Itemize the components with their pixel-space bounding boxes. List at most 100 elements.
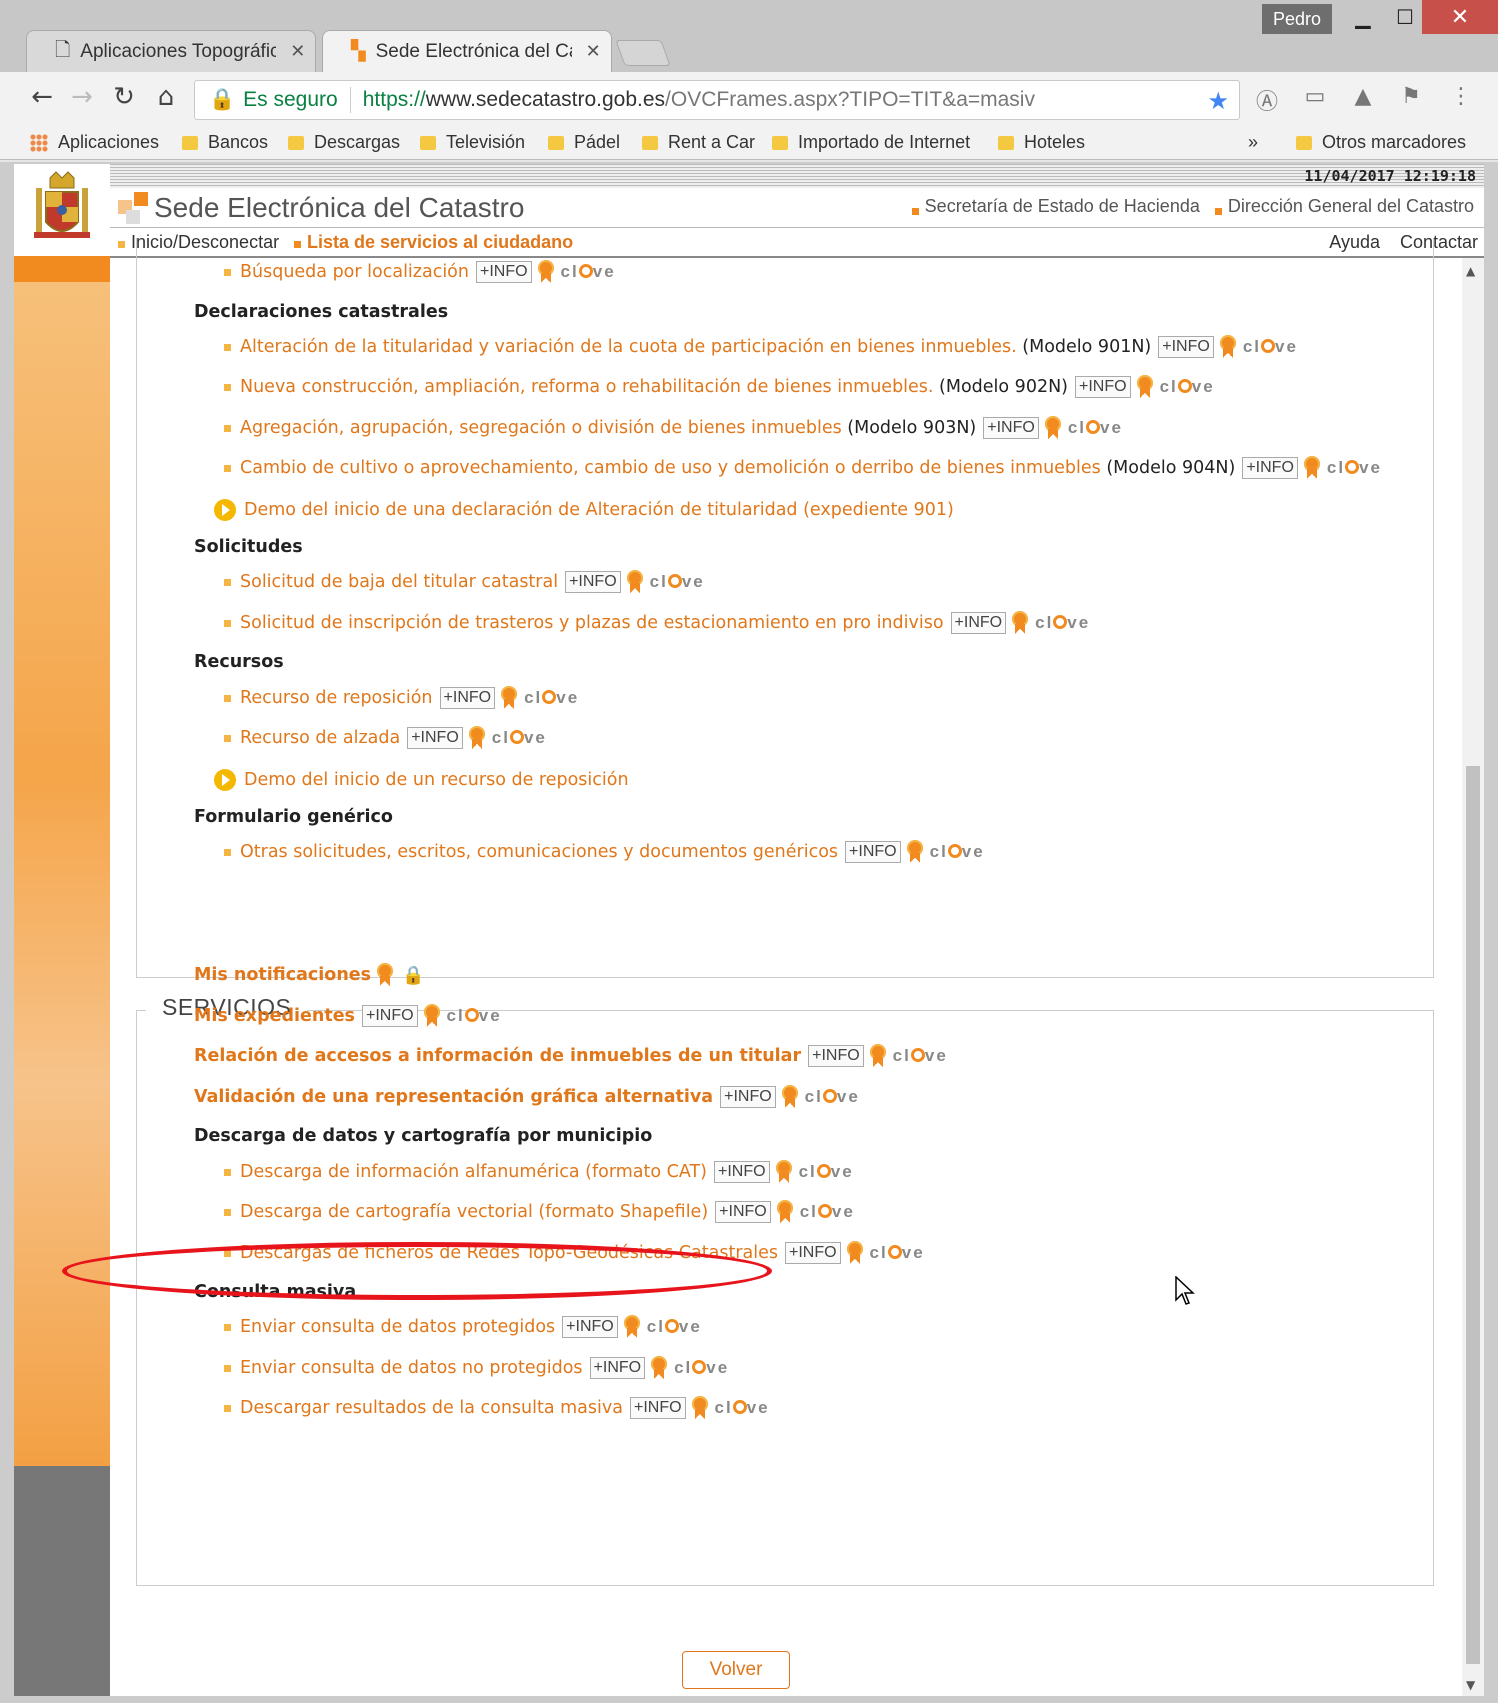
bookmark-descargas[interactable]: Descargas <box>288 132 400 153</box>
new-tab-button[interactable] <box>615 40 671 66</box>
certificate-medal-icon <box>781 1085 799 1109</box>
link-modelo-904n[interactable]: Cambio de cultivo o aprovechamiento, cam… <box>240 458 1101 478</box>
service-notificaciones: Mis notificaciones 🔒 <box>194 961 424 989</box>
clave-logo-icon: cl ve <box>1242 337 1298 356</box>
certificate-medal-icon <box>906 840 924 864</box>
profile-button[interactable]: Pedro <box>1262 4 1332 34</box>
model-label: (Modelo 902N) <box>933 377 1069 397</box>
cast-icon[interactable]: ▭ <box>1300 84 1330 109</box>
clave-logo-icon: cl ve <box>491 728 547 747</box>
info-button[interactable]: +INFO <box>565 571 621 593</box>
link-busqueda-localizacion[interactable]: Búsqueda por localización <box>240 262 469 282</box>
list-item: Recurso de alzada +INFO cl ve <box>224 724 547 752</box>
link-modelo-903n[interactable]: Agregación, agrupación, segregación o di… <box>240 418 842 438</box>
reload-icon[interactable]: ↻ <box>106 82 142 112</box>
tab-aplicaciones-topograficas[interactable]: 🗋 Aplicaciones Topográfica ✕ <box>26 30 316 72</box>
play-icon[interactable] <box>214 499 236 521</box>
tab-label: Sede Electrónica del Cata <box>375 40 572 62</box>
info-button[interactable]: +INFO <box>950 612 1007 634</box>
scroll-down-icon[interactable]: ▼ <box>1466 1678 1475 1692</box>
bookmark-television[interactable]: Televisión <box>420 132 525 153</box>
link-redes-topo-geodesicas[interactable]: Descargas de ficheros de Redes Topo-Geod… <box>240 1243 778 1263</box>
link-descargar-resultados[interactable]: Descargar resultados de la consulta masi… <box>240 1398 623 1418</box>
link-consulta-no-protegidos[interactable]: Enviar consulta de datos no protegidos <box>240 1358 583 1378</box>
info-button[interactable]: +INFO <box>1158 336 1214 358</box>
tab-sede-electronica[interactable]: ▚ Sede Electrónica del Cata ✕ <box>322 30 612 72</box>
info-button[interactable]: +INFO <box>475 261 532 283</box>
info-button[interactable]: +INFO <box>845 841 901 863</box>
link-formulario-generico[interactable]: Otras solicitudes, escritos, comunicacio… <box>240 842 838 862</box>
folder-icon <box>420 135 436 150</box>
bookmarks-overflow-button[interactable]: » <box>1248 132 1258 153</box>
info-button[interactable]: +INFO <box>407 727 463 749</box>
pdf-icon[interactable]: ⚑ <box>1396 84 1426 109</box>
link-consulta-protegidos[interactable]: Enviar consulta de datos protegidos <box>240 1317 555 1337</box>
info-button[interactable]: +INFO <box>784 1242 841 1264</box>
folder-icon <box>548 135 564 150</box>
apps-grid-icon <box>30 133 48 152</box>
link-validacion-representacion[interactable]: Validación de una representación gráfica… <box>194 1087 713 1107</box>
link-recurso-alzada[interactable]: Recurso de alzada <box>240 728 400 748</box>
bullet-icon <box>224 694 231 702</box>
close-tab-icon[interactable]: ✕ <box>586 41 601 62</box>
bookmark-rent-a-car[interactable]: Rent a Car <box>642 132 755 153</box>
separator <box>349 87 351 113</box>
folder-icon <box>1296 135 1312 150</box>
link-mis-expedientes[interactable]: Mis expedientes <box>194 1006 355 1026</box>
address-bar[interactable]: 🔒 Es seguro https:// www.sedecatastro.go… <box>194 80 1240 120</box>
bookmark-hoteles[interactable]: Hoteles <box>998 132 1085 153</box>
info-button[interactable]: +INFO <box>714 1161 770 1183</box>
link-demo-901[interactable]: Demo del inicio de una declaración de Al… <box>244 500 954 520</box>
info-button[interactable]: +INFO <box>562 1316 618 1338</box>
link-descarga-shapefile[interactable]: Descarga de cartografía vectorial (forma… <box>240 1202 708 1222</box>
scroll-thumb[interactable] <box>1466 766 1480 1664</box>
page-scrollbar[interactable]: ▲ ▼ <box>1462 258 1484 1696</box>
info-button[interactable]: +INFO <box>629 1397 686 1419</box>
info-button[interactable]: +INFO <box>715 1201 771 1223</box>
bookmark-star-icon[interactable]: ★ <box>1207 87 1229 116</box>
link-demo-reposicion[interactable]: Demo del inicio de un recurso de reposic… <box>244 770 629 790</box>
bookmark-apps[interactable]: Aplicaciones <box>30 132 159 153</box>
forward-icon[interactable]: → <box>64 82 100 112</box>
link-recurso-reposicion[interactable]: Recurso de reposición <box>240 688 433 708</box>
section-heading: Recursos <box>194 652 284 672</box>
browser-chrome: 🗋 Aplicaciones Topográfica ✕ ▚ Sede Elec… <box>0 0 1498 162</box>
bookmark-padel[interactable]: Pádel <box>548 132 620 153</box>
other-bookmarks[interactable]: Otros marcadores <box>1296 132 1466 153</box>
link-secretaria[interactable]: Secretaría de Estado de Hacienda <box>925 196 1200 216</box>
link-direccion-general[interactable]: Dirección General del Catastro <box>1228 196 1474 216</box>
link-mis-notificaciones[interactable]: Mis notificaciones <box>194 965 371 985</box>
play-icon[interactable] <box>214 769 236 791</box>
section-heading: Descarga de datos y cartografía por muni… <box>194 1126 653 1146</box>
info-button[interactable]: +INFO <box>439 687 496 709</box>
menu-icon[interactable]: ⋮ <box>1446 84 1476 109</box>
bookmark-importado[interactable]: Importado de Internet <box>772 132 982 153</box>
demo-item: Demo del inicio de un recurso de reposic… <box>214 766 629 794</box>
link-solicitud-baja[interactable]: Solicitud de baja del titular catastral <box>240 572 558 592</box>
link-descarga-cat[interactable]: Descarga de información alfanumérica (fo… <box>240 1162 707 1182</box>
info-button[interactable]: +INFO <box>1075 376 1131 398</box>
drive-icon[interactable]: ▲ <box>1348 84 1378 109</box>
info-button[interactable]: +INFO <box>589 1357 646 1379</box>
link-modelo-901n[interactable]: Alteración de la titularidad y variación… <box>240 337 1017 357</box>
link-relacion-accesos[interactable]: Relación de accesos a información de inm… <box>194 1046 801 1066</box>
folder-icon <box>288 135 304 150</box>
scroll-up-icon[interactable]: ▲ <box>1466 264 1475 278</box>
volver-button[interactable]: Volver <box>682 1651 790 1689</box>
close-window-icon[interactable]: ✕ <box>1422 0 1498 34</box>
info-button[interactable]: +INFO <box>720 1086 776 1108</box>
link-modelo-902n[interactable]: Nueva construcción, ampliación, reforma … <box>240 377 933 397</box>
lock-icon: 🔒 <box>209 88 236 111</box>
back-icon[interactable]: ← <box>24 82 60 112</box>
catastro-favicon-icon: ▚ <box>351 41 366 62</box>
bullet-icon <box>224 343 231 351</box>
info-button[interactable]: +INFO <box>1242 457 1298 479</box>
bookmark-bancos[interactable]: Bancos <box>182 132 268 153</box>
extension-icon[interactable]: Ⓐ <box>1252 84 1282 116</box>
close-tab-icon[interactable]: ✕ <box>290 41 305 62</box>
link-solicitud-trasteros[interactable]: Solicitud de inscripción de trasteros y … <box>240 613 944 633</box>
home-icon[interactable]: ⌂ <box>148 82 184 112</box>
info-button[interactable]: +INFO <box>983 417 1039 439</box>
info-button[interactable]: +INFO <box>361 1005 418 1027</box>
info-button[interactable]: +INFO <box>808 1045 864 1067</box>
